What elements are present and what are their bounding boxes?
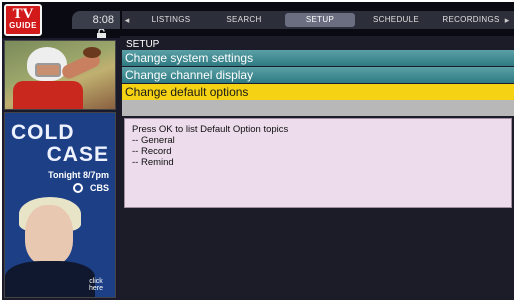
ad-network: CBS — [89, 183, 109, 193]
lock-icon — [97, 29, 106, 38]
ad-click-here[interactable]: click here — [83, 278, 109, 293]
clock: 8:08 — [72, 11, 120, 29]
tab-recordings[interactable]: RECORDINGS — [440, 13, 502, 27]
cbs-eye-icon — [73, 183, 83, 193]
ad-title-line-1: COLD — [11, 121, 75, 144]
ad-cta-line-2: here — [88, 285, 103, 293]
ad-actress-body — [5, 261, 95, 297]
menu-item-default-options[interactable]: Change default options — [122, 84, 514, 100]
ad-actress-face — [25, 205, 73, 265]
info-topic-remind: -- Remind — [132, 157, 174, 168]
nav-left-arrow-icon[interactable]: ◂ — [122, 11, 132, 29]
tab-schedule[interactable]: SCHEDULE — [366, 13, 426, 27]
ad-airtime: Tonight 8/7pm — [48, 170, 109, 180]
ad-cta-line-1: click — [89, 277, 103, 285]
tv-guide-screen: TV GUIDE 8:08 ◂ LISTINGS SEARCH SETUP SC… — [2, 2, 514, 300]
logo-line-2: GUIDE — [9, 21, 37, 30]
tv-guide-logo[interactable]: TV GUIDE — [4, 4, 42, 36]
logo-line-1: TV — [12, 6, 34, 22]
info-instructions: Press OK to list Default Option topics — [132, 124, 289, 135]
ad-title-line-2: CASE — [46, 143, 109, 166]
page-title: SETUP — [126, 39, 160, 50]
info-topic-record: -- Record — [132, 146, 172, 157]
tab-listings[interactable]: LISTINGS — [142, 13, 200, 27]
menu-divider — [122, 100, 514, 116]
info-box: Press OK to list Default Option topics -… — [124, 118, 512, 208]
preview-player-face — [35, 63, 61, 77]
preview-player-jersey — [13, 81, 83, 109]
live-tv-preview[interactable] — [4, 40, 116, 110]
main-nav: ◂ LISTINGS SEARCH SETUP SCHEDULE RECORDI… — [122, 11, 514, 29]
preview-football — [83, 47, 101, 58]
setup-panel: SETUP Change system settings Change chan… — [120, 36, 514, 300]
menu-item-system-settings[interactable]: Change system settings — [122, 50, 514, 66]
info-topic-general: -- General — [132, 135, 175, 146]
nav-right-arrow-icon[interactable]: ▸ — [502, 11, 512, 29]
show-ad-banner[interactable]: COLD CASE Tonight 8/7pm CBS click here — [4, 112, 116, 298]
top-bar: TV GUIDE 8:08 ◂ LISTINGS SEARCH SETUP SC… — [2, 2, 514, 38]
tab-setup[interactable]: SETUP — [285, 13, 355, 27]
tab-search[interactable]: SEARCH — [218, 13, 270, 27]
menu-item-channel-display[interactable]: Change channel display — [122, 67, 514, 83]
